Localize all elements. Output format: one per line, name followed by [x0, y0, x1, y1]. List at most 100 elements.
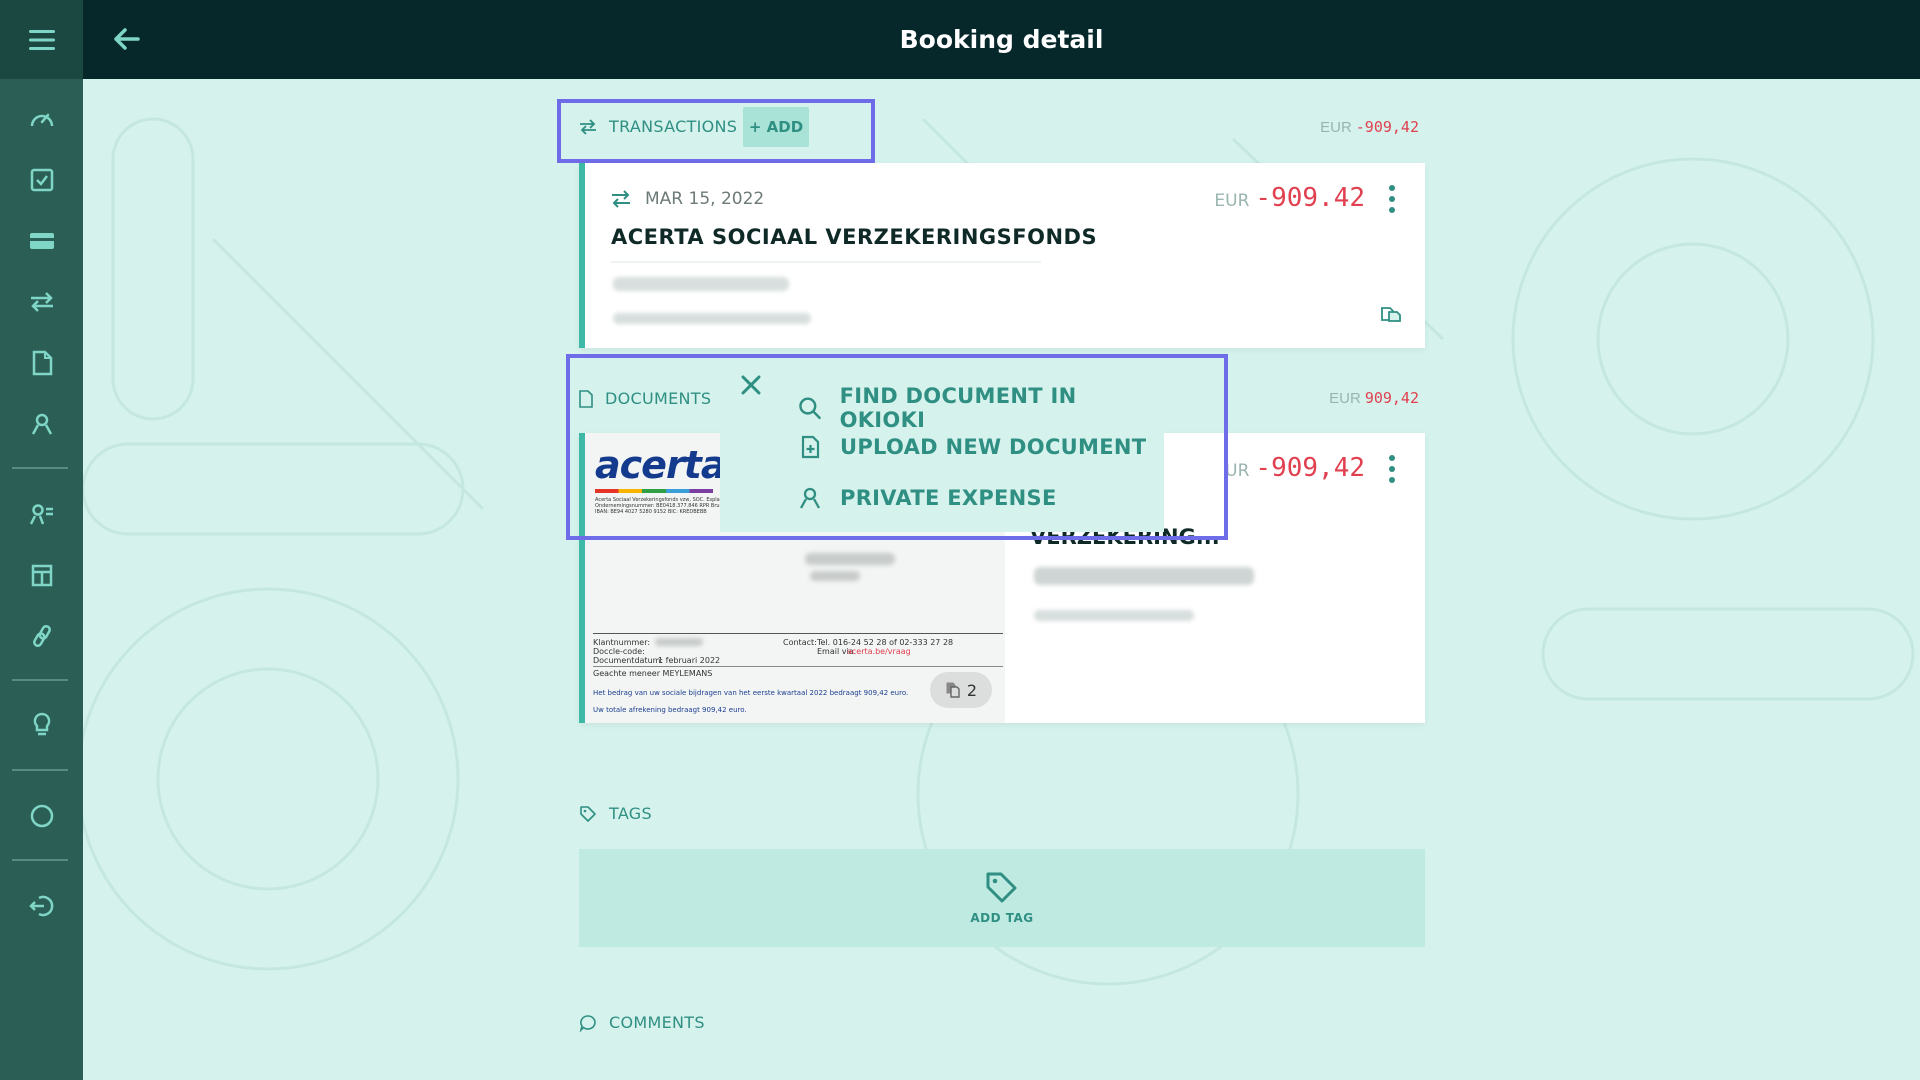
doc-body: Het bedrag van uw sociale bijdragen van …: [593, 689, 909, 697]
blurred-account-number: [613, 277, 789, 291]
doc-greeting: Geachte meneer MEYLEMANS: [593, 669, 713, 678]
doc-total-line: Uw totale afrekening bedraagt 909,42 eur…: [593, 706, 747, 714]
checkbox-icon: [30, 168, 53, 192]
sidebar-divider: [12, 467, 68, 469]
sidebar-item-documents[interactable]: [0, 341, 83, 385]
tag-icon: [580, 805, 596, 822]
card-accent: [579, 163, 585, 348]
add-transaction-button[interactable]: + ADD: [743, 107, 809, 147]
document-currency: UR: [1225, 461, 1250, 481]
doc-client-label: Klantnummer:: [593, 638, 651, 647]
doc-company-line: IBAN: BE94 4027 5280 9152 BIC: KREDBEBB: [595, 509, 707, 515]
circle-icon: [30, 804, 53, 828]
sidebar-item-contacts[interactable]: [0, 492, 83, 536]
page-title: Booking detail: [899, 25, 1104, 54]
transaction-amount: EUR -909.42: [1214, 183, 1365, 213]
doc-date-label: Documentdatum:: [593, 656, 664, 665]
file-plus-icon: [801, 435, 820, 459]
documents-heading-label: DOCUMENTS: [605, 389, 712, 408]
arrow-left-icon: [114, 28, 140, 50]
documents-total: EUR 909,42: [1329, 389, 1419, 407]
sidebar-item-profile[interactable]: [0, 794, 83, 838]
page-count-badge: 2: [930, 672, 992, 708]
link-icon: [32, 625, 51, 647]
lightbulb-icon: [33, 712, 50, 736]
transfer-icon: [612, 190, 630, 208]
private-expense-label: PRIVATE EXPENSE: [840, 486, 1057, 510]
contact-list-icon: [29, 504, 53, 525]
transactions-total: EUR -909,42: [1320, 118, 1419, 136]
documents-total-currency: EUR: [1329, 390, 1361, 407]
sidebar-item-accounts[interactable]: [0, 219, 83, 263]
transactions-heading: TRANSACTIONS: [579, 117, 737, 136]
divider: [611, 261, 1041, 263]
sidebar-divider: [12, 859, 68, 861]
transactions-heading-label: TRANSACTIONS: [609, 117, 738, 136]
doc-contact-value: Tel. 016-24 52 28 of 02-333 27 28: [817, 638, 954, 647]
transaction-currency: EUR: [1214, 191, 1250, 211]
person-icon: [799, 487, 821, 509]
sidebar-item-private[interactable]: [0, 402, 83, 446]
transaction-date-text: MAR 15, 2022: [645, 189, 765, 209]
pages-icon: [946, 682, 960, 698]
transaction-card[interactable]: MAR 15, 2022 EUR -909.42 ACERTA SOCIAAL …: [579, 163, 1425, 348]
close-button[interactable]: [736, 370, 766, 400]
hamburger-menu-button[interactable]: [0, 0, 83, 79]
blurred-client-number: [655, 638, 703, 646]
back-button[interactable]: [105, 18, 147, 60]
sidebar-item-integrations[interactable]: [0, 614, 83, 658]
find-document-option[interactable]: FIND DOCUMENT IN OKIOKI: [798, 384, 1164, 432]
private-expense-option[interactable]: PRIVATE EXPENSE: [798, 486, 1057, 510]
sidebar-item-transactions[interactable]: [0, 280, 83, 324]
sidebar-item-tips[interactable]: [0, 703, 83, 747]
blurred-address: [805, 553, 895, 565]
top-bar: Booking detail: [83, 0, 1920, 79]
comments-heading: COMMENTS: [579, 1013, 705, 1032]
blurred-address: [810, 571, 860, 581]
transaction-more-button[interactable]: [1387, 185, 1397, 213]
upload-document-label: UPLOAD NEW DOCUMENT: [840, 435, 1147, 459]
menu-icon: [28, 29, 55, 50]
page-count-value: 2: [966, 680, 978, 700]
add-document-menu: FIND DOCUMENT IN OKIOKI UPLOAD NEW DOCUM…: [720, 360, 1164, 532]
document-icon: [32, 350, 52, 376]
doc-doccle-label: Doccle-code:: [593, 647, 645, 656]
blurred-account-number: [1034, 567, 1254, 585]
sidebar-divider: [12, 769, 68, 771]
doc-divider: [593, 666, 1003, 667]
sidebar-divider: [12, 679, 68, 681]
comments-heading-label: COMMENTS: [609, 1013, 705, 1032]
person-icon: [31, 413, 52, 435]
building-icon: [31, 564, 52, 587]
sidebar-item-logout[interactable]: [0, 884, 83, 928]
transfer-icon: [580, 118, 596, 135]
doc-email-value: acerta.be/vraag: [847, 647, 911, 656]
sidebar: [0, 0, 83, 1080]
transactions-total-amount: -909,42: [1355, 118, 1419, 136]
tags-heading: TAGS: [579, 804, 652, 823]
logout-icon: [28, 895, 53, 917]
doc-contact-label: Contact:: [783, 638, 817, 647]
logo-stripe: [595, 489, 713, 493]
sidebar-item-dashboard[interactable]: [0, 97, 83, 141]
document-amount-value: -909,42: [1255, 453, 1365, 483]
tag-icon: [986, 872, 1017, 903]
sidebar-item-tasks[interactable]: [0, 158, 83, 202]
add-tag-button[interactable]: ADD TAG: [579, 849, 1425, 947]
card-icon: [29, 233, 54, 249]
search-icon: [799, 397, 821, 420]
transaction-amount-value: -909.42: [1255, 183, 1365, 213]
document-more-button[interactable]: [1387, 455, 1397, 483]
transfer-icon: [30, 292, 53, 312]
doc-date-value: 1 februari 2022: [658, 656, 721, 665]
transactions-total-currency: EUR: [1320, 119, 1352, 136]
tags-heading-label: TAGS: [609, 804, 652, 823]
documents-total-amount: 909,42: [1364, 389, 1419, 407]
transaction-date: MAR 15, 2022: [611, 189, 764, 209]
upload-document-option[interactable]: UPLOAD NEW DOCUMENT: [798, 435, 1146, 459]
find-document-label: FIND DOCUMENT IN OKIOKI: [839, 384, 1077, 432]
sidebar-item-assets[interactable]: [0, 553, 83, 597]
document-icon: [579, 389, 593, 408]
doc-divider: [593, 633, 1003, 634]
blurred-reference: [613, 313, 811, 324]
